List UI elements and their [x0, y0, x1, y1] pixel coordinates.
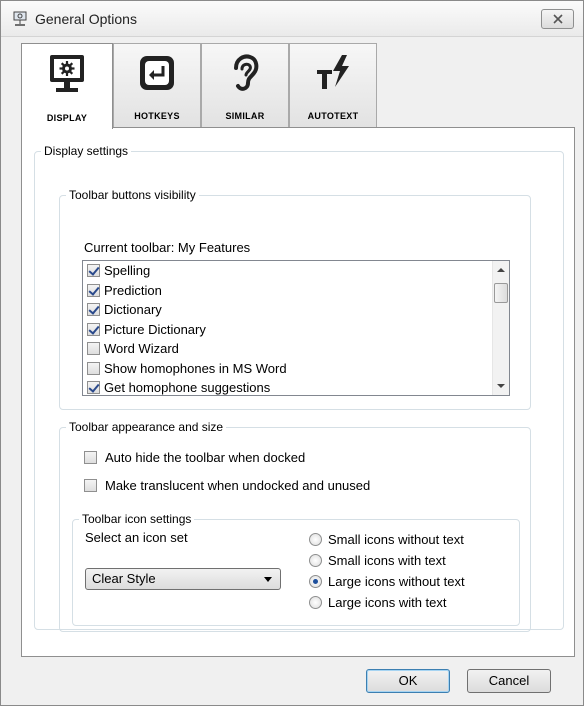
list-item[interactable]: Dictionary	[83, 300, 509, 320]
display-settings-group: Display settings Toolbar buttons visibil…	[34, 144, 564, 632]
checkbox[interactable]	[87, 342, 100, 355]
close-icon	[553, 14, 563, 24]
radio-button[interactable]	[309, 554, 322, 567]
auto-hide-checkbox[interactable]	[84, 451, 97, 464]
auto-hide-label: Auto hide the toolbar when docked	[105, 450, 306, 465]
app-icon	[13, 11, 27, 26]
current-toolbar-label: Current toolbar: My Features	[84, 240, 251, 255]
display-settings-legend: Display settings	[44, 144, 129, 158]
tab-autotext[interactable]: AUTOTEXT	[289, 43, 377, 127]
auto-hide-option[interactable]: Auto hide the toolbar when docked	[84, 450, 305, 465]
list-item[interactable]: Get homophone suggestions	[83, 378, 509, 395]
radio-large-no-text[interactable]: Large icons without text	[309, 574, 465, 592]
tab-hotkeys-label: HOTKEYS	[134, 111, 180, 121]
checkbox[interactable]	[87, 303, 100, 316]
list-scrollbar[interactable]	[492, 261, 509, 395]
toolbar-visibility-legend: Toolbar buttons visibility	[69, 188, 196, 202]
tab-similar-label: SIMILAR	[225, 111, 265, 121]
toolbar-visibility-group: Toolbar buttons visibility Current toolb…	[59, 188, 531, 410]
icon-settings-group: Toolbar icon settings Select an icon set…	[72, 512, 520, 626]
icon-set-select[interactable]: Clear Style	[85, 568, 281, 590]
monitor-gear-icon	[50, 55, 84, 92]
tab-display[interactable]: DISPLAY	[21, 43, 113, 129]
checkbox[interactable]	[87, 361, 100, 375]
checkbox[interactable]	[87, 381, 100, 394]
scroll-up-arrow-icon[interactable]	[497, 268, 505, 272]
radio-button[interactable]	[309, 596, 322, 609]
checkbox[interactable]	[87, 322, 100, 336]
list-item[interactable]: Spelling	[83, 261, 509, 281]
cancel-button[interactable]: Cancel	[467, 669, 551, 693]
list-item[interactable]: Word Wizard	[83, 339, 509, 359]
translucent-label: Make translucent when undocked and unuse…	[105, 478, 371, 493]
text-lightning-icon	[317, 55, 349, 89]
enter-key-icon	[140, 56, 174, 90]
display-tab-page: Display settings Toolbar buttons visibil…	[21, 127, 575, 657]
ear-icon	[234, 54, 259, 91]
tab-display-label: DISPLAY	[46, 113, 88, 123]
radio-large-with-text[interactable]: Large icons with text	[309, 595, 447, 613]
radio-small-with-text[interactable]: Small icons with text	[309, 553, 446, 571]
list-item[interactable]: Picture Dictionary	[83, 320, 509, 340]
ok-button[interactable]: OK	[366, 669, 450, 693]
radio-small-no-text[interactable]: Small icons without text	[309, 532, 464, 550]
icon-settings-legend: Toolbar icon settings	[82, 512, 192, 526]
tab-control: DISPLAY HOTKEYS SIMILAR AUTOTEXT Display…	[21, 43, 575, 657]
general-options-window: General Options DISPLAY HOTKEYS SIMILAR …	[0, 0, 584, 706]
checkbox[interactable]	[87, 283, 100, 297]
radio-button[interactable]	[309, 575, 322, 588]
icon-set-label: Select an icon set	[85, 530, 188, 545]
list-item[interactable]: Prediction	[83, 281, 509, 301]
tab-similar[interactable]: SIMILAR	[201, 43, 289, 127]
close-button[interactable]	[541, 9, 574, 29]
toolbar-appearance-group: Toolbar appearance and size Auto hide th…	[59, 420, 531, 632]
list-item[interactable]: Show homophones in MS Word	[83, 359, 509, 379]
translucent-checkbox[interactable]	[84, 479, 97, 492]
toolbar-buttons-list[interactable]: Spelling Prediction Dictionary Picture D…	[82, 260, 510, 396]
icon-set-value: Clear Style	[92, 571, 156, 586]
checkbox[interactable]	[87, 264, 100, 277]
translucent-option[interactable]: Make translucent when undocked and unuse…	[84, 478, 370, 493]
scroll-thumb[interactable]	[494, 283, 508, 303]
window-title: General Options	[35, 11, 137, 27]
tab-autotext-label: AUTOTEXT	[307, 111, 359, 121]
chevron-down-icon	[264, 577, 272, 582]
tab-hotkeys[interactable]: HOTKEYS	[113, 43, 201, 127]
toolbar-appearance-legend: Toolbar appearance and size	[69, 420, 224, 434]
scroll-down-arrow-icon[interactable]	[497, 384, 505, 388]
radio-button[interactable]	[309, 533, 322, 546]
title-bar: General Options	[1, 1, 583, 37]
